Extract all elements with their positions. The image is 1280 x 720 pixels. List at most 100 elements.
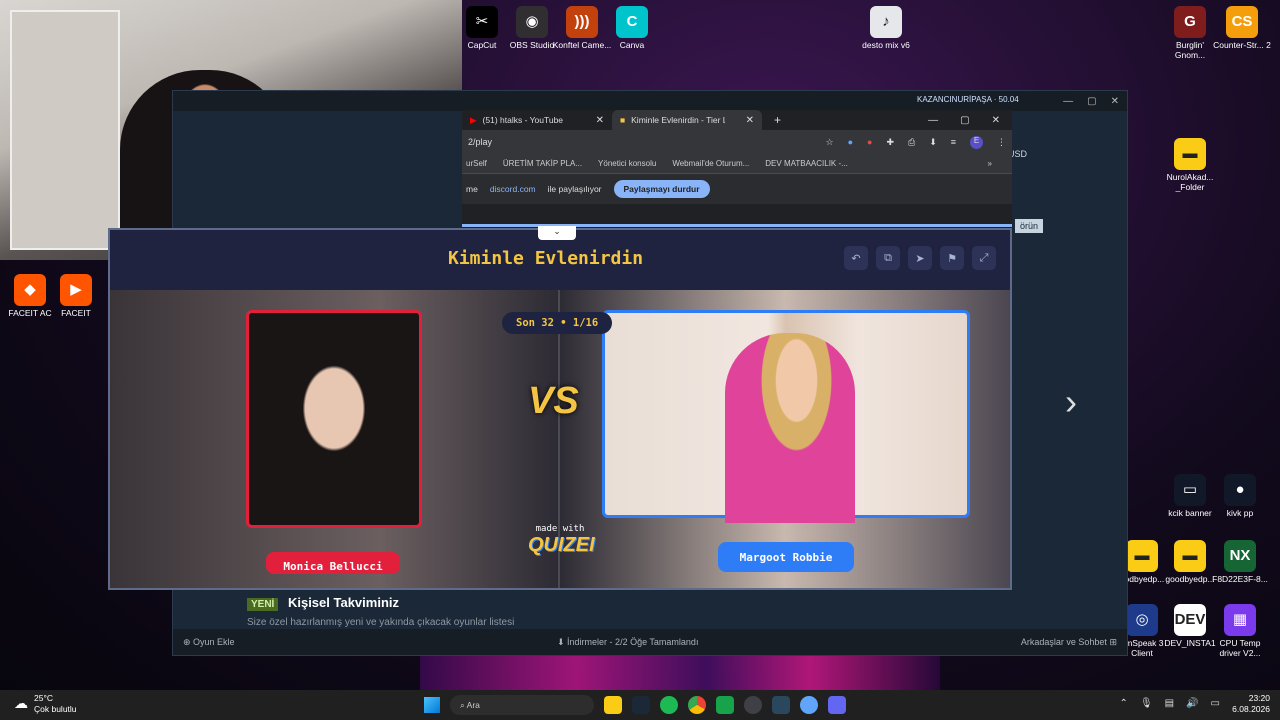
windows-start-icon[interactable] — [424, 697, 440, 713]
desktop-icon-cs2[interactable]: CS Counter-Str... 2 — [1212, 6, 1272, 51]
url-text[interactable]: 2/play — [468, 137, 811, 147]
nurolfolder-icon: ▬ — [1174, 138, 1206, 170]
steam-balance: 50.04 — [998, 95, 1019, 104]
download-icon[interactable]: ⬇ — [929, 137, 937, 148]
weather-temp: 25°C — [34, 693, 53, 703]
close-tab-icon[interactable]: ✕ — [746, 115, 754, 126]
bookmarks-overflow-icon[interactable]: » — [988, 159, 1008, 168]
new-tab-button[interactable]: + — [762, 113, 781, 127]
flag-icon[interactable]: ⚑ — [940, 246, 964, 270]
desktop-icon-faceit[interactable]: ▶ FACEIT — [46, 274, 106, 319]
maximize-icon[interactable]: ▢ — [1087, 96, 1096, 107]
ts-icon: ◎ — [1126, 604, 1158, 636]
taskbar: ☁ 25°C Çok bulutlu ⌕ Ara ⌃ 🎙 ▤ 🔊 ▭ 23:20… — [0, 690, 1280, 720]
steam-side-button[interactable]: örün — [1014, 219, 1043, 233]
youtube-icon: ▶ — [470, 114, 477, 125]
desktop-icon-desto[interactable]: ♪ desto mix v6 — [856, 6, 916, 51]
desktop-icon-f8d[interactable]: NX F8D22E3F-8... — [1210, 540, 1270, 585]
desktop-icon-kivk[interactable]: ● kivk pp — [1210, 474, 1270, 519]
fullscreen-icon[interactable]: ⤢ — [972, 246, 996, 270]
spotify-icon[interactable] — [660, 696, 678, 714]
cputemp-icon: ▦ — [1224, 604, 1256, 636]
desktop-icon-label: F8D22E3F-8... — [1212, 574, 1268, 584]
taskbar-clock[interactable]: 23:20 6.08.2026 — [1232, 693, 1270, 715]
clock-time: 23:20 — [1248, 693, 1270, 703]
kivk-icon: ● — [1224, 474, 1256, 506]
canva-icon: C — [616, 6, 648, 38]
desktop-icon-burglin[interactable]: G Burglin' Gnom... — [1160, 6, 1220, 61]
steam-icon[interactable] — [772, 696, 790, 714]
desktop-icon-label: Counter-Str... 2 — [1213, 40, 1271, 50]
taskbar-search[interactable]: ⌕ Ara — [450, 695, 594, 715]
desktop-icon-label: CPU Temp driver V2... — [1219, 638, 1261, 658]
battery-icon[interactable]: ▭ — [1211, 698, 1220, 709]
minimize-icon[interactable]: — — [928, 115, 938, 126]
tab-youtube[interactable]: ▶ (51) htalks - YouTube ✕ — [462, 110, 612, 130]
desktop-icon-canva[interactable]: C Canva — [602, 6, 662, 51]
media-icon[interactable]: ≡ — [951, 137, 956, 147]
desktop-icon-label: kivk pp — [1226, 508, 1254, 518]
webcam-wardrobe — [10, 10, 120, 250]
desktop-icon-cputemp[interactable]: ▦ CPU Temp driver V2... — [1210, 604, 1270, 659]
desktop-icon-label: NurolAkad... _Folder — [1166, 172, 1214, 192]
stop-sharing-button[interactable]: Paylaşmayı durdur — [613, 180, 710, 198]
chrome-icon[interactable] — [688, 696, 706, 714]
promo-title: Kişisel Takviminiz — [287, 595, 399, 610]
downloads-status[interactable]: ⬇ İndirmeler - 2/2 Öğe Tamamlandı — [557, 637, 698, 648]
burglin-icon: G — [1174, 6, 1206, 38]
f8d-icon: NX — [1224, 540, 1256, 572]
tray-overflow-icon[interactable]: ⌃ — [1120, 698, 1128, 709]
volume-icon[interactable]: 🔊 — [1186, 698, 1198, 709]
chevron-down-icon[interactable]: ⌄ — [538, 226, 576, 240]
bookmark-item[interactable]: DEV MATBAACILIK -... — [765, 159, 848, 168]
contestant-photo-right — [725, 333, 855, 523]
bookmark-item[interactable]: Webmail'de Oturum... — [672, 159, 749, 168]
vote-right-button[interactable]: Margoot Robbie — [718, 542, 854, 572]
add-game-button[interactable]: ⊕ Oyun Ekle — [183, 637, 235, 648]
made-with-badge[interactable]: made with QUIZEI — [528, 524, 595, 557]
share-icon[interactable]: ⧉ — [876, 246, 900, 270]
print-icon[interactable]: ⎙ — [908, 137, 915, 148]
desktop-icon-nurolfolder[interactable]: ▬ NurolAkad... _Folder — [1160, 138, 1220, 193]
extension-icon[interactable]: ● — [867, 137, 872, 147]
extension-icon[interactable]: ● — [848, 137, 853, 147]
steam-icon[interactable] — [632, 696, 650, 714]
maximize-icon[interactable]: ▢ — [960, 115, 969, 126]
contestant-card-left[interactable] — [246, 310, 422, 528]
close-tab-icon[interactable]: ✕ — [596, 115, 604, 126]
steam-promo[interactable]: YENİ Kişisel Takviminiz — [247, 595, 399, 611]
minimize-icon[interactable]: — — [1063, 96, 1073, 107]
profile-avatar[interactable]: E — [970, 135, 983, 149]
konftel-icon: ))) — [566, 6, 598, 38]
bookmark-item[interactable]: Yönetici konsolu — [598, 159, 656, 168]
terminal-icon[interactable] — [716, 696, 734, 714]
weather-widget[interactable]: ☁ 25°C Çok bulutlu — [14, 693, 77, 714]
contestant-card-right[interactable] — [602, 310, 970, 523]
send-icon[interactable]: ➤ — [908, 246, 932, 270]
network-icon[interactable]: ▤ — [1165, 698, 1174, 709]
menu-icon[interactable]: ⋮ — [997, 137, 1006, 148]
round-counter: Son 32 • 1/16 — [502, 312, 613, 334]
app-icon[interactable] — [828, 696, 846, 714]
undo-icon[interactable]: ↶ — [844, 246, 868, 270]
puzzle-icon[interactable]: ✚ — [886, 137, 894, 148]
bookmarks-bar: urSelf ÜRETİM TAKİP PLA... Yönetici kons… — [462, 154, 1012, 174]
desktop-icon-label: Burglin' Gnom... — [1174, 40, 1206, 60]
app-icon[interactable] — [800, 696, 818, 714]
close-icon[interactable]: ✕ — [1111, 96, 1119, 107]
bookmark-item[interactable]: urSelf — [466, 159, 487, 168]
desktop-icon-label: FACEIT — [61, 308, 91, 318]
file-explorer-icon[interactable] — [604, 696, 622, 714]
bookmark-item[interactable]: ÜRETİM TAKİP PLA... — [503, 159, 582, 168]
friends-chat-button[interactable]: Arkadaşlar ve Sohbet ⊞ — [1021, 637, 1117, 648]
obs-icon[interactable] — [744, 696, 762, 714]
steam-user[interactable]: KAZANCINURİPAŞA · 50.04 — [917, 95, 1019, 104]
tab-kiminle[interactable]: ■ Kiminle Evlenirdin - Tier List ✕ — [612, 110, 762, 130]
close-icon[interactable]: ✕ — [992, 115, 1000, 126]
capcut-icon: ✂ — [466, 6, 498, 38]
star-icon[interactable]: ☆ — [825, 137, 833, 148]
vote-left-button[interactable]: Monica Bellucci — [266, 552, 400, 574]
mic-icon[interactable]: 🎙 — [1140, 698, 1153, 709]
game-toolbar: ↶ ⧉ ➤ ⚑ ⤢ — [844, 246, 996, 270]
chevron-right-icon[interactable]: › — [1065, 381, 1077, 423]
